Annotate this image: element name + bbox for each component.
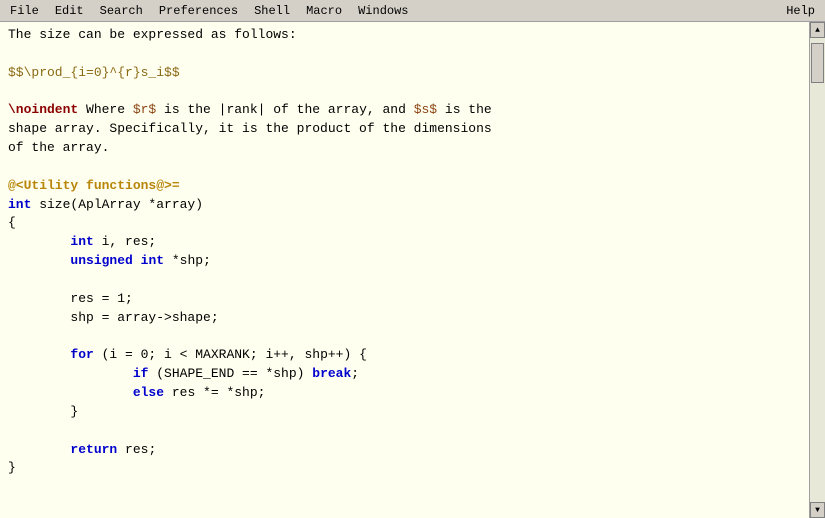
menu-macro[interactable]: Macro	[298, 2, 350, 20]
scroll-down-button[interactable]: ▼	[810, 502, 825, 518]
menu-help[interactable]: Help	[778, 2, 823, 20]
editor-area: The size can be expressed as follows: $$…	[0, 22, 825, 518]
code-editor[interactable]: The size can be expressed as follows: $$…	[0, 22, 809, 518]
scroll-thumb[interactable]	[811, 43, 824, 83]
menu-edit[interactable]: Edit	[47, 2, 92, 20]
menu-shell[interactable]: Shell	[246, 2, 298, 20]
menu-preferences[interactable]: Preferences	[151, 2, 246, 20]
menu-bar: File Edit Search Preferences Shell Macro…	[0, 0, 825, 22]
scroll-up-button[interactable]: ▲	[810, 22, 825, 38]
scrollbar[interactable]: ▲ ▼	[809, 22, 825, 518]
menu-file[interactable]: File	[2, 2, 47, 20]
menu-windows[interactable]: Windows	[350, 2, 416, 20]
scroll-track[interactable]	[810, 38, 825, 502]
menu-search[interactable]: Search	[92, 2, 151, 20]
